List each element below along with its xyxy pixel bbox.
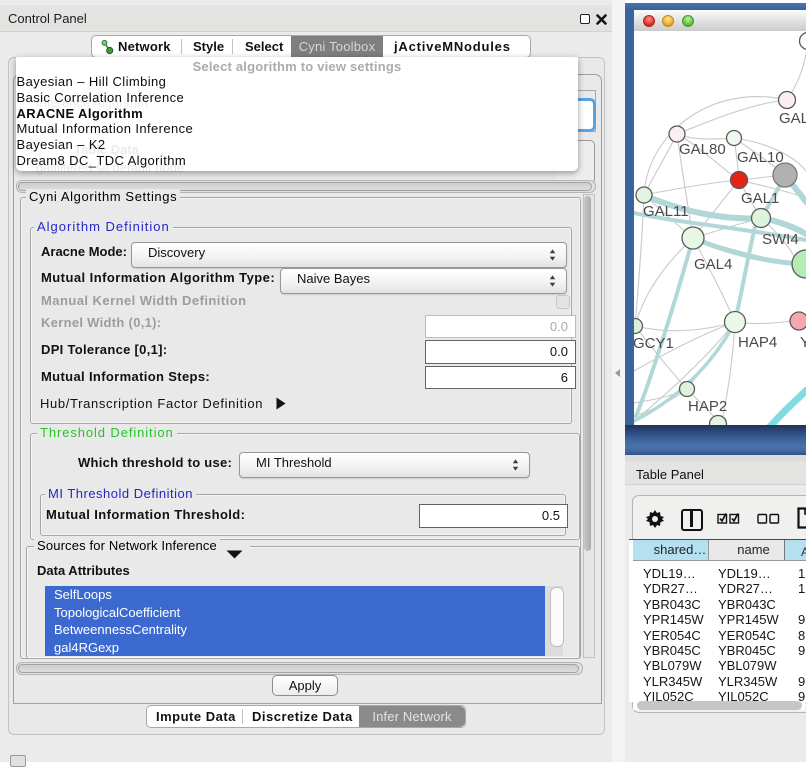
svg-text:HAP2: HAP2	[688, 398, 727, 415]
svg-text:GCY1: GCY1	[634, 335, 674, 352]
svg-text:GAL4: GAL4	[694, 256, 732, 273]
svg-text:Y: Y	[800, 334, 806, 351]
svg-text:GAL80: GAL80	[679, 141, 726, 158]
svg-text:GAL1: GAL1	[741, 190, 779, 207]
svg-text:SWI4: SWI4	[762, 231, 799, 248]
svg-text:HAP4: HAP4	[738, 334, 777, 351]
svg-text:GAL11: GAL11	[643, 203, 689, 220]
svg-text:GAL10: GAL10	[737, 149, 784, 166]
svg-text:GAL: GAL	[779, 110, 806, 127]
